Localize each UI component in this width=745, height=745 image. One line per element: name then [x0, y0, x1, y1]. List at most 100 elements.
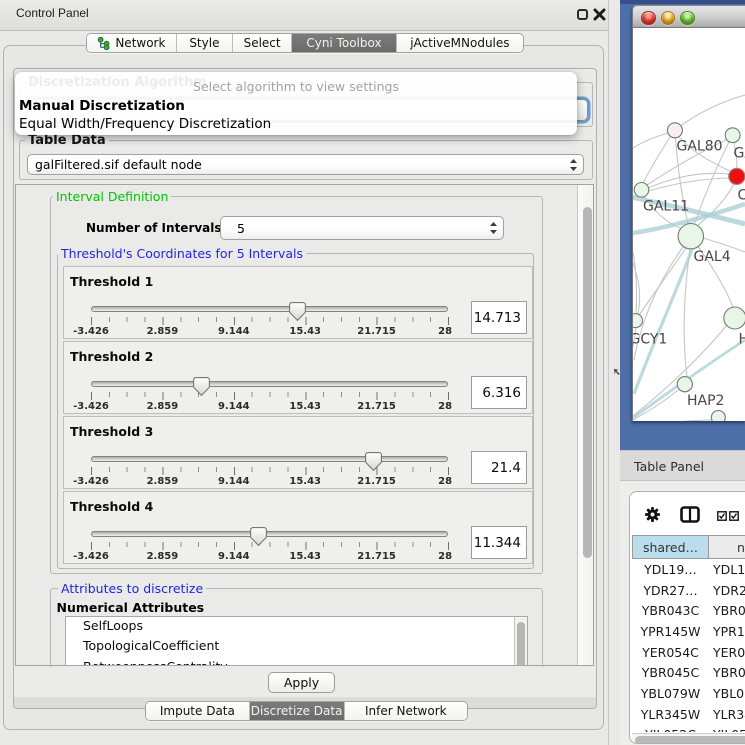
table-horizontal-scrollbar-thumb[interactable]	[635, 736, 745, 745]
minimize-traffic-light[interactable]	[661, 11, 676, 26]
gear-icon[interactable]	[645, 507, 660, 522]
tab-infer-network[interactable]: Infer Network	[345, 702, 467, 720]
table-row[interactable]: YLR345WYLR34	[632, 704, 745, 725]
number-of-intervals-combobox[interactable]: 5	[220, 216, 504, 240]
tick-label: 2.859	[147, 401, 179, 412]
number-of-intervals-label: Number of Intervals	[86, 221, 222, 235]
threshold-value-input[interactable]: 21.4	[471, 451, 527, 484]
slider-track[interactable]	[91, 381, 448, 387]
algorithm-option-manual[interactable]: Manual Discretization	[19, 98, 185, 114]
apply-button[interactable]: Apply	[268, 672, 335, 693]
table-row[interactable]: YDR27…YDR27	[632, 580, 745, 601]
node-label: GAL80	[677, 139, 723, 155]
threshold-value: 6.316	[482, 385, 521, 401]
column-header-shared-name[interactable]: shared…	[632, 535, 709, 559]
table-row[interactable]: YDL19…YDL19	[632, 559, 745, 580]
node-label: HAP2	[687, 393, 724, 409]
attribute-item[interactable]: BetweennessCentrality	[66, 657, 527, 666]
zoom-traffic-light[interactable]	[680, 11, 695, 26]
node-label: GAL4	[694, 249, 731, 265]
attributes-group-title: Attributes to discretize	[58, 581, 206, 596]
threshold-value-input[interactable]: 14.713	[471, 301, 527, 334]
slider-track[interactable]	[91, 306, 448, 312]
slider-thumb[interactable]	[365, 452, 382, 471]
network-node[interactable]	[725, 128, 740, 143]
apply-button-label: Apply	[284, 675, 319, 690]
network-node[interactable]	[633, 314, 643, 328]
network-node[interactable]	[634, 183, 649, 198]
slider-thumb[interactable]	[193, 377, 210, 396]
close-icon[interactable]	[593, 8, 606, 21]
control-panel-title: Control Panel	[16, 6, 89, 20]
tab-cyni-toolbox[interactable]: Cyni Toolbox	[292, 34, 397, 52]
table-row[interactable]: YBR043CYBR04	[632, 600, 745, 621]
cell-name: YBR04	[709, 665, 745, 680]
vertical-scrollbar-thumb[interactable]	[583, 207, 592, 558]
tab-impute-data[interactable]: Impute Data	[146, 702, 250, 720]
tick-label: 28	[438, 476, 452, 487]
vertical-scrollbar[interactable]	[577, 185, 593, 665]
tab-style[interactable]: Style	[177, 34, 233, 52]
network-canvas[interactable]: GAL80GACGAL11GAL4GCY1HHAP2	[633, 28, 745, 421]
table-panel-title: Table Panel	[634, 459, 704, 474]
cell-name: YPR14	[709, 624, 745, 639]
tab-select[interactable]: Select	[233, 34, 292, 52]
slider-track[interactable]	[91, 531, 448, 537]
cell-name: YBR04	[709, 603, 745, 618]
tick-label: 28	[438, 551, 452, 562]
threshold-value: 21.4	[491, 460, 521, 476]
column-header-name[interactable]: na	[709, 535, 745, 559]
tick-label: 21.715	[357, 476, 396, 487]
checkbox-icon[interactable]	[717, 511, 727, 521]
threshold-coordinates-title: Threshold's Coordinates for 5 Intervals	[58, 246, 306, 261]
tab-discretize-data[interactable]: Discretize Data	[250, 702, 345, 720]
threshold-row: Threshold 1-3.4262.8599.14415.4321.71528…	[63, 266, 533, 339]
attributes-scrollbar[interactable]	[514, 617, 527, 665]
table-data-combobox[interactable]: galFiltered.sif default node	[27, 154, 584, 175]
threshold-value-input[interactable]: 11.344	[471, 526, 527, 559]
algorithm-placeholder-option[interactable]: Select algorithm to view settings	[15, 79, 577, 94]
network-node[interactable]	[724, 307, 745, 329]
cell-shared-name: YBR043C	[632, 603, 709, 618]
network-node[interactable]	[678, 224, 703, 249]
tab-jactivemnodules[interactable]: jActiveMNodules	[397, 34, 523, 52]
table-row[interactable]: YBR045CYBR04	[632, 662, 745, 683]
attributes-scrollbar-thumb[interactable]	[517, 622, 525, 666]
tab-network[interactable]: Network	[87, 34, 177, 52]
network-window-titlebar	[633, 6, 745, 28]
table-row[interactable]: YIL052CYIL05	[632, 725, 745, 733]
attribute-item[interactable]: SelfLoops	[66, 616, 527, 636]
combo-arrows-icon	[569, 158, 578, 172]
tick-label: 28	[438, 401, 452, 412]
algorithm-option-equal-width[interactable]: Equal Width/Frequency Discretization	[19, 116, 271, 132]
threshold-label: Threshold 1	[70, 274, 153, 289]
close-traffic-light[interactable]	[641, 11, 656, 26]
table-row[interactable]: YER054CYER05	[632, 642, 745, 663]
node-label: GAL11	[643, 199, 689, 215]
threshold-value-input[interactable]: 6.316	[471, 376, 527, 409]
threshold-value: 14.713	[474, 310, 521, 326]
table-horizontal-scrollbar[interactable]	[632, 733, 745, 745]
network-node[interactable]	[729, 168, 745, 184]
slider-track[interactable]	[91, 456, 448, 462]
attribute-item[interactable]: TopologicalCoefficient	[66, 636, 527, 656]
table-row[interactable]: YBL079WYBL07	[632, 683, 745, 704]
cyni-mode-tabbar: Impute Data Discretize Data Infer Networ…	[145, 701, 468, 721]
threshold-label: Threshold 3	[70, 424, 153, 439]
numerical-attributes-list[interactable]: SelfLoopsTopologicalCoefficientBetweenne…	[65, 616, 528, 666]
slider-major-ticks	[91, 392, 449, 400]
tick-label: 28	[438, 326, 452, 337]
checkbox-icon[interactable]	[729, 511, 739, 521]
tick-label: 21.715	[357, 551, 396, 562]
network-node[interactable]	[667, 123, 682, 138]
split-panel-icon[interactable]	[680, 506, 700, 523]
float-window-button[interactable]	[577, 9, 588, 20]
slider-thumb[interactable]	[289, 302, 306, 321]
network-node[interactable]	[677, 377, 692, 392]
slider-thumb[interactable]	[250, 527, 267, 546]
table-row[interactable]: YPR145WYPR14	[632, 621, 745, 642]
attribute-items: SelfLoopsTopologicalCoefficientBetweenne…	[66, 616, 527, 666]
table-panel-card: shared… na YDL19…YDL19YDR27…YDR27YBR043C…	[629, 491, 745, 744]
network-node[interactable]	[711, 411, 725, 422]
cytoscape-desktop: GAL80GACGAL11GAL4GCY1HHAP2	[620, 0, 745, 450]
